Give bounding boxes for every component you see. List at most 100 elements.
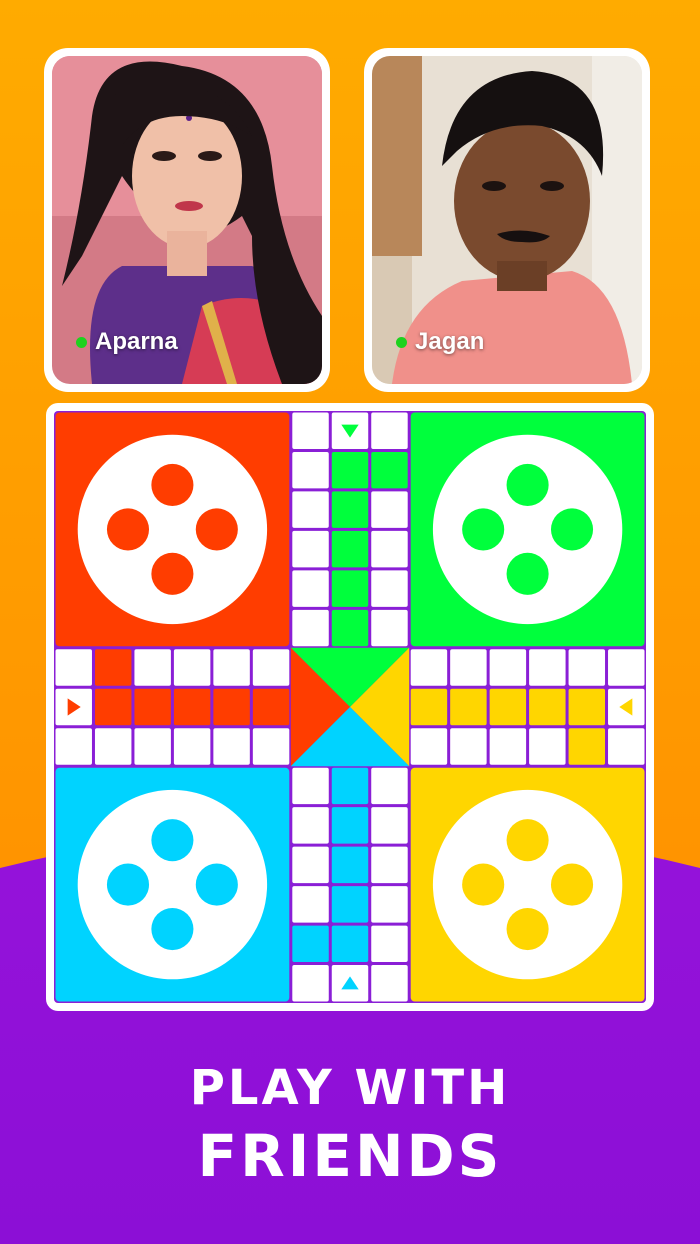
board-path-cell	[489, 728, 527, 765]
ludo-board[interactable]	[46, 403, 654, 1011]
board-path-cell	[292, 451, 329, 489]
board-path-cell	[292, 412, 329, 449]
home-circle-red	[77, 434, 268, 625]
board-path-cell	[331, 886, 369, 923]
board-path-cell	[331, 530, 369, 568]
board-path-cell	[410, 688, 448, 726]
token-green	[506, 552, 549, 595]
token-blue	[151, 819, 194, 862]
board-path-cell	[450, 688, 487, 726]
board-path-cell	[331, 570, 369, 607]
board-path-cell	[371, 886, 408, 923]
board-path-cell	[371, 451, 408, 489]
board-path-cell	[292, 491, 329, 528]
board-path-cell	[292, 530, 329, 568]
board-path-cell	[331, 767, 369, 805]
board-path-cell	[292, 886, 329, 923]
token-yellow	[506, 907, 549, 951]
home-circle-green	[432, 434, 623, 625]
board-path-cell	[292, 965, 329, 1002]
token-yellow	[550, 863, 594, 906]
board-path-cell	[529, 728, 566, 765]
board-path-cell	[292, 570, 329, 607]
board-path-cell	[55, 649, 92, 686]
token-red	[151, 552, 194, 595]
player-video-card-jagan[interactable]: Jagan	[364, 48, 650, 392]
token-blue	[195, 863, 238, 906]
online-status-indicator	[396, 336, 407, 348]
board-path-cell	[568, 649, 606, 686]
board-path-cell	[608, 728, 645, 765]
token-blue	[151, 907, 194, 951]
player-name-tag: Jagan	[396, 328, 484, 356]
board-path-cell	[410, 728, 448, 765]
board-path-cell	[331, 925, 369, 963]
player-name-tag: Aparna	[76, 328, 178, 356]
board-path-cell	[608, 649, 645, 686]
board-path-cell	[371, 412, 408, 449]
board-path-cell	[371, 609, 408, 647]
board-path-cell	[292, 609, 329, 647]
token-yellow	[506, 819, 549, 862]
board-path-cell	[331, 846, 369, 884]
board-path-cell	[529, 688, 566, 726]
token-green	[506, 463, 549, 507]
board-path-cell	[331, 807, 369, 844]
board-path-cell	[371, 807, 408, 844]
board-path-cell	[134, 728, 171, 765]
tagline-line-2: FRIENDS	[197, 1122, 503, 1190]
board-path-cell	[489, 649, 527, 686]
board-path-cell	[292, 767, 329, 805]
token-green	[462, 508, 505, 551]
board-path-cell	[213, 728, 250, 765]
token-red	[151, 463, 194, 507]
board-path-cell	[489, 688, 527, 726]
board-path-cell	[568, 688, 606, 726]
board-path-cell	[134, 688, 171, 726]
board-path-cell	[213, 649, 250, 686]
board-path-cell	[134, 649, 171, 686]
player-video-feed: Jagan	[372, 56, 642, 384]
board-path-cell	[371, 491, 408, 528]
token-yellow	[462, 863, 505, 906]
board-path-cell	[331, 609, 369, 647]
board-path-cell	[371, 846, 408, 884]
board-path-cell	[252, 688, 290, 726]
board-path-cell	[94, 728, 132, 765]
board-path-cell	[331, 491, 369, 528]
ludo-board-graphic	[54, 411, 646, 1003]
board-path-cell	[94, 688, 132, 726]
board-path-cell	[410, 649, 448, 686]
player-video-card-aparna[interactable]: Aparna	[44, 48, 330, 392]
board-path-cell	[252, 728, 290, 765]
board-path-cell	[55, 728, 92, 765]
board-path-cell	[173, 688, 211, 726]
home-circle-blue	[77, 789, 268, 980]
online-status-indicator	[76, 336, 87, 348]
token-red	[106, 508, 150, 551]
player-name: Aparna	[95, 328, 178, 355]
board-path-cell	[173, 649, 211, 686]
board-path-cell	[450, 728, 487, 765]
board-path-cell	[371, 530, 408, 568]
board-path-cell	[371, 570, 408, 607]
token-blue	[106, 863, 150, 906]
board-path-cell	[568, 728, 606, 765]
board-path-cell	[371, 767, 408, 805]
board-path-cell	[213, 688, 250, 726]
board-path-cell	[529, 649, 566, 686]
board-path-cell	[331, 451, 369, 489]
player-video-feed: Aparna	[52, 56, 322, 384]
player-name: Jagan	[415, 328, 485, 355]
board-path-cell	[252, 649, 290, 686]
board-path-cell	[292, 846, 329, 884]
board-path-cell	[292, 925, 329, 963]
home-circle-yellow	[432, 789, 623, 980]
tagline-line-1: PLAY WITH	[189, 1060, 511, 1116]
board-path-cell	[94, 649, 132, 686]
board-path-cell	[371, 925, 408, 963]
token-green	[550, 508, 594, 551]
board-path-cell	[450, 649, 487, 686]
board-path-cell	[292, 807, 329, 844]
token-red	[195, 508, 238, 551]
